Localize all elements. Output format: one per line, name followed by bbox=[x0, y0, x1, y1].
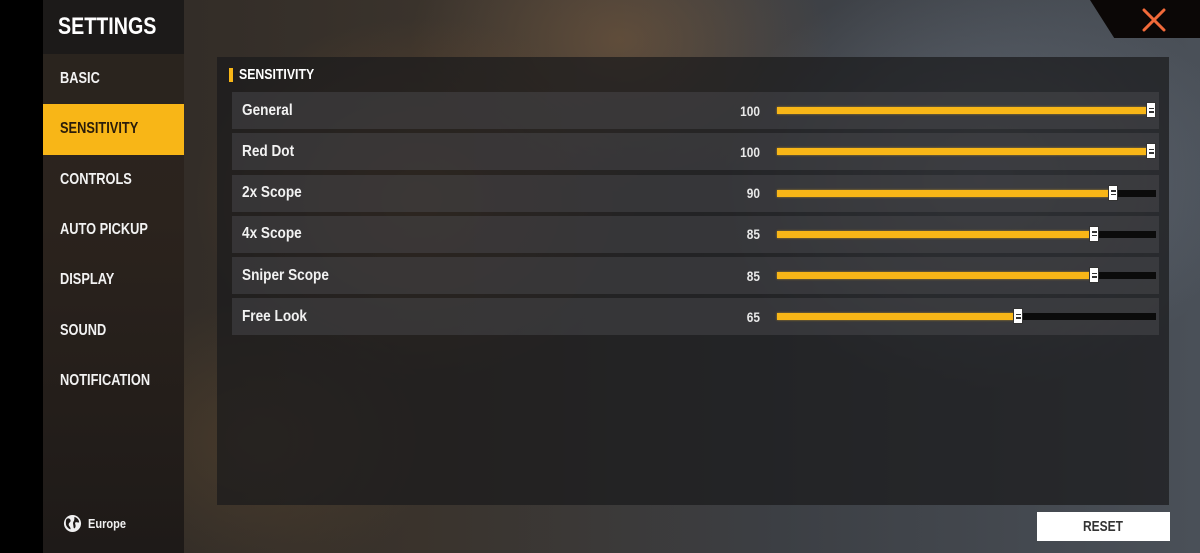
sidebar-item-display[interactable]: DISPLAY bbox=[43, 255, 184, 305]
settings-sidebar: SETTINGS BASIC SENSITIVITY CONTROLS AUTO… bbox=[43, 0, 184, 553]
free-look-slider[interactable] bbox=[777, 308, 1156, 325]
left-edge bbox=[0, 0, 43, 553]
sidebar-item-sound[interactable]: SOUND bbox=[43, 305, 184, 355]
sidebar-header: SETTINGS bbox=[43, 0, 184, 54]
setting-label: 2x Scope bbox=[242, 184, 302, 202]
section-accent-bar bbox=[229, 67, 233, 82]
region-selector[interactable]: Europe bbox=[63, 514, 133, 533]
sidebar-item-controls[interactable]: CONTROLS bbox=[43, 155, 184, 205]
slider-fill bbox=[777, 148, 1151, 156]
settings-nav: BASIC SENSITIVITY CONTROLS AUTO PICKUP D… bbox=[43, 54, 184, 406]
slider-fill bbox=[777, 272, 1094, 280]
globe-icon bbox=[63, 514, 82, 533]
sensitivity-panel: SENSITIVITY General 100 Red Dot 100 2x S… bbox=[217, 57, 1169, 505]
sidebar-item-label: SENSITIVITY bbox=[60, 120, 139, 138]
setting-label: General bbox=[242, 101, 293, 119]
close-button[interactable] bbox=[1140, 6, 1168, 34]
section-title: SENSITIVITY bbox=[239, 66, 315, 83]
general-slider[interactable] bbox=[777, 102, 1156, 118]
setting-row-sniper-scope: Sniper Scope 85 bbox=[232, 257, 1159, 295]
slider-thumb[interactable] bbox=[1013, 308, 1023, 325]
setting-row-red-dot: Red Dot 100 bbox=[232, 133, 1159, 171]
sidebar-item-auto-pickup[interactable]: AUTO PICKUP bbox=[43, 205, 184, 255]
setting-value: 100 bbox=[740, 143, 760, 160]
4x-scope-slider[interactable] bbox=[777, 225, 1156, 242]
slider-thumb[interactable] bbox=[1108, 184, 1118, 201]
slider-fill bbox=[777, 313, 1018, 321]
setting-label: Free Look bbox=[242, 307, 307, 325]
slider-fill bbox=[777, 107, 1151, 114]
sidebar-item-basic[interactable]: BASIC bbox=[43, 54, 184, 104]
sidebar-item-label: NOTIFICATION bbox=[60, 371, 151, 389]
page-title: SETTINGS bbox=[58, 13, 157, 40]
slider-thumb[interactable] bbox=[1089, 267, 1099, 284]
setting-value: 85 bbox=[746, 226, 760, 243]
setting-value: 65 bbox=[746, 308, 760, 325]
setting-row-general: General 100 bbox=[232, 92, 1159, 129]
sidebar-item-label: AUTO PICKUP bbox=[60, 221, 148, 239]
setting-row-4x-scope: 4x Scope 85 bbox=[232, 215, 1159, 253]
setting-value: 85 bbox=[746, 267, 760, 284]
sidebar-item-label: CONTROLS bbox=[60, 170, 132, 188]
sidebar-item-label: DISPLAY bbox=[60, 271, 115, 289]
reset-label: RESET bbox=[1083, 518, 1124, 535]
close-icon bbox=[1142, 8, 1166, 32]
red-dot-slider[interactable] bbox=[777, 143, 1156, 160]
region-label: Europe bbox=[88, 516, 127, 531]
sidebar-item-notification[interactable]: NOTIFICATION bbox=[43, 356, 184, 406]
reset-button[interactable]: RESET bbox=[1037, 512, 1170, 541]
sensitivity-list: General 100 Red Dot 100 2x Scope 90 4x S… bbox=[232, 92, 1159, 340]
setting-label: Red Dot bbox=[242, 142, 295, 160]
slider-fill bbox=[777, 230, 1094, 238]
sniper-scope-slider[interactable] bbox=[777, 267, 1156, 284]
setting-row-2x-scope: 2x Scope 90 bbox=[232, 174, 1159, 212]
setting-label: 4x Scope bbox=[242, 225, 302, 243]
setting-value: 90 bbox=[746, 185, 760, 202]
slider-fill bbox=[777, 189, 1113, 197]
section-header: SENSITIVITY bbox=[229, 66, 331, 83]
sidebar-item-label: BASIC bbox=[60, 70, 100, 88]
setting-row-free-look: Free Look 65 bbox=[232, 298, 1159, 336]
sidebar-item-sensitivity[interactable]: SENSITIVITY bbox=[43, 104, 184, 155]
setting-value: 100 bbox=[740, 102, 760, 119]
sidebar-item-label: SOUND bbox=[60, 321, 107, 339]
slider-thumb[interactable] bbox=[1089, 225, 1099, 242]
slider-thumb[interactable] bbox=[1146, 143, 1156, 160]
2x-scope-slider[interactable] bbox=[777, 184, 1156, 201]
slider-thumb[interactable] bbox=[1146, 102, 1156, 118]
setting-label: Sniper Scope bbox=[242, 266, 329, 284]
